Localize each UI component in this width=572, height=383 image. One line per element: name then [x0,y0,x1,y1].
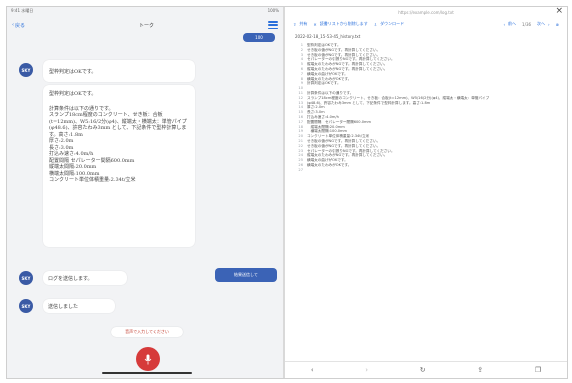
bot-message-detail: 型枠判定はOKです。 計算条件は以下の通りです。 スランプ18cm程度のコンクリ… [43,85,195,247]
chat-pane: 9:41 水曜日 100% ‹ 戻る トーク 100 SKY 型枠判定はOKです… [7,7,283,378]
line-text: 横端太のたわみがOKです。 [307,162,352,167]
bot-avatar: SKY [19,271,33,285]
tabs-icon[interactable]: ❐ [535,366,541,374]
line-number: 27 [298,167,303,172]
bottom-toolbar: ‹ › ↻ ⇪ ❐ [285,361,567,378]
reading-list-label: 読書リストから削除します [319,21,368,26]
log-lines: 1 型枠判定はOKです。 2 せき板の値がNGです。再計算してください。 3 せき板の値が… [293,43,559,173]
url-bar[interactable]: https://example.com/log.txt × [285,7,567,17]
next-button[interactable]: 次へ › [537,21,550,27]
line-text: 計算判定はOKです。 [307,81,341,86]
forward-arrow-icon[interactable]: › [365,366,368,374]
bot-message: 型枠判定はOKです。 [43,60,195,82]
chevron-right-icon: › [548,21,550,27]
status-bar: 9:41 水曜日 100% [7,7,283,17]
share-icon[interactable]: ⇪ [477,366,483,374]
line-text: (φ48.6)、許容たわみ3mm として、下記条件で型枠計算します。高さ:1.8… [307,100,431,105]
home-indicator [102,372,192,374]
back-label: 戻る [15,22,26,29]
send-result-button[interactable]: 結果送信して [215,268,277,282]
mic-button[interactable] [136,347,160,371]
prev-label: 前へ [508,21,517,26]
close-circle-icon[interactable]: ⊗ [556,22,559,27]
bot-message: 送信しました [43,299,115,313]
close-small-icon: ✕ [313,21,317,27]
close-icon[interactable]: × [555,7,563,16]
voice-input-hint: 音声で入力してください [111,327,183,337]
log-viewer-pane: https://example.com/log.txt × ⇪ 共有 ✕ 読書リ… [285,7,567,378]
message-body: 計算条件は以下の通りです。 スランプ18cm程度のコンクリート、せき板：合板(t… [49,105,187,184]
sent-message-chip: 100 [243,33,275,42]
prev-button[interactable]: ‹ 前へ [503,21,516,27]
page-title: トーク [139,22,155,29]
ipad-split-view: 9:41 水曜日 100% ‹ 戻る トーク 100 SKY 型枠判定はOKです… [6,6,568,379]
share-label: 共有 [299,21,308,26]
message-heading: 型枠判定はOKです。 [49,91,97,97]
download-icon: ⇩ [373,21,378,27]
reading-list-button[interactable]: ✕ 読書リストから削除します [313,21,367,27]
share-icon: ⇪ [293,21,297,27]
download-label: ダウンロード [380,21,405,26]
viewer-toolbar: ⇪ 共有 ✕ 読書リストから削除します ⇩ ダウンロード ‹ 前へ 1/36 次… [285,17,567,31]
reload-icon[interactable]: ↻ [420,366,426,374]
file-name: 2022-02-18_15-53-45_history.txt [295,33,361,39]
url-text: https://example.com/log.txt [398,9,454,15]
chat-header: ‹ 戻る トーク [7,17,283,33]
status-time: 9:41 水曜日 [11,8,34,13]
microphone-icon [144,354,152,364]
status-battery: 100% [267,8,279,13]
chevron-left-icon: ‹ [12,22,14,28]
chevron-left-icon: ‹ [503,21,506,27]
next-label: 次へ [537,21,546,26]
match-count: 1/36 [522,21,532,27]
bot-message: ログを送信します。 [43,271,127,285]
menu-icon[interactable] [268,21,278,29]
log-line: 27 [293,168,559,173]
back-button[interactable]: ‹ 戻る [12,22,25,29]
bot-avatar: SKY [19,63,33,77]
bot-avatar: SKY [19,299,33,313]
back-arrow-icon[interactable]: ‹ [311,366,314,374]
download-button[interactable]: ⇩ ダウンロード [374,21,404,27]
share-button[interactable]: ⇪ 共有 [293,21,307,27]
